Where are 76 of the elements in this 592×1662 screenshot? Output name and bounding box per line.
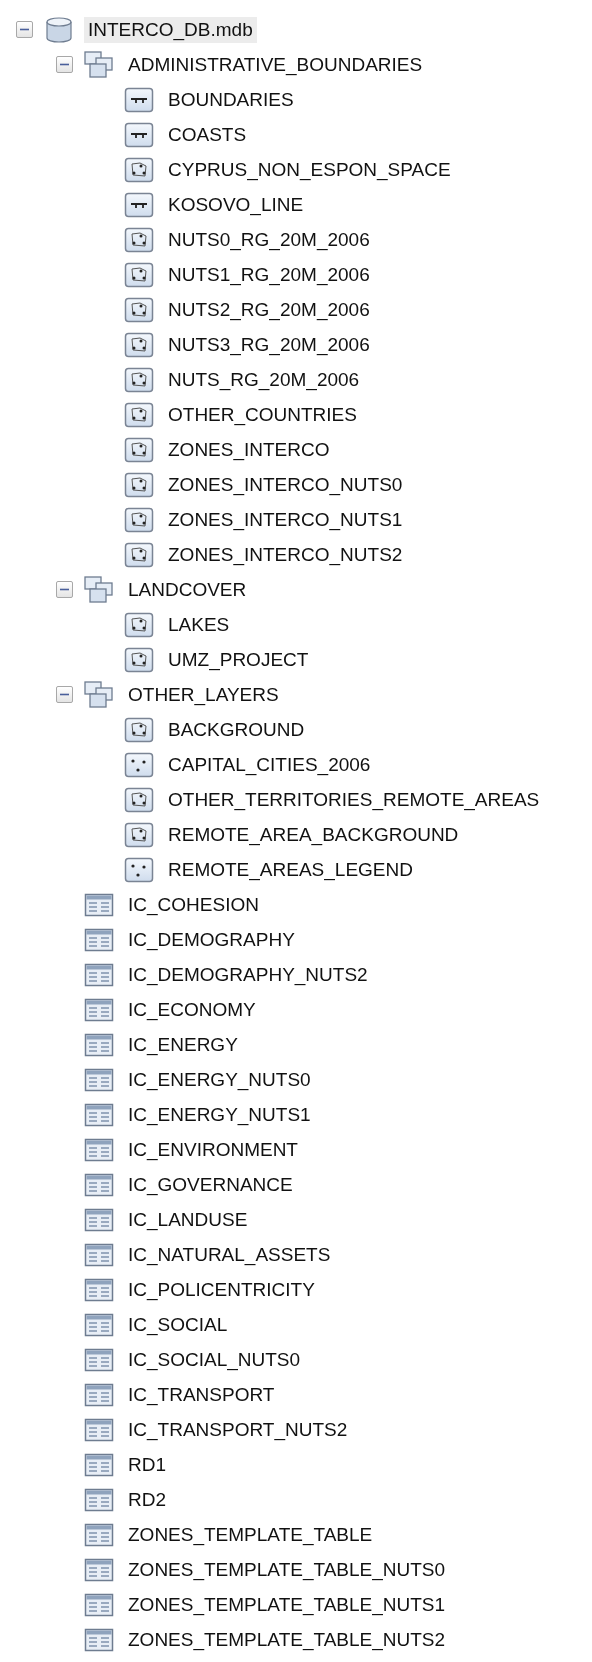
tree-item[interactable]: NUTS3_RG_20M_2006 — [164, 331, 374, 358]
tree-item[interactable]: IC_NATURAL_ASSETS — [124, 1241, 335, 1268]
tree-item[interactable]: CYPRUS_NON_ESPON_SPACE — [164, 156, 455, 183]
tree-item[interactable]: LANDCOVER — [124, 576, 251, 603]
polygon-layer-icon — [124, 155, 154, 184]
tree-item[interactable]: IC_COHESION — [124, 891, 263, 918]
tree-item[interactable]: IC_POLICENTRICITY — [124, 1276, 319, 1303]
polygon-layer-icon — [124, 470, 154, 499]
tree-item[interactable]: KOSOVO_LINE — [164, 191, 308, 218]
tree-item[interactable]: IC_SOCIAL_NUTS0 — [124, 1346, 305, 1373]
point-layer-icon — [124, 750, 154, 779]
polygon-layer-icon — [124, 540, 154, 569]
tree-item[interactable]: OTHER_COUNTRIES — [164, 401, 361, 428]
tree-item[interactable]: ZONES_INTERCO — [164, 436, 334, 463]
tree-item[interactable]: ZONES_INTERCO_NUTS2 — [164, 541, 407, 568]
tree-item[interactable]: ZONES_TEMPLATE_TABLE_NUTS0 — [124, 1556, 450, 1583]
tree-item[interactable]: BACKGROUND — [164, 716, 309, 743]
tree-item[interactable]: RD1 — [124, 1451, 170, 1478]
tree-item[interactable]: IC_ENERGY_NUTS1 — [124, 1101, 315, 1128]
dataset-icon — [84, 50, 114, 79]
tree-item[interactable]: IC_SOCIAL — [124, 1311, 232, 1338]
dataset-icon — [84, 680, 114, 709]
tree-item[interactable]: NUTS_RG_20M_2006 — [164, 366, 364, 393]
collapse-toggle[interactable] — [15, 21, 33, 38]
polygon-layer-icon — [124, 435, 154, 464]
tree-item[interactable]: NUTS2_RG_20M_2006 — [164, 296, 374, 323]
tree-item[interactable]: RD2 — [124, 1486, 170, 1513]
polygon-layer-icon — [124, 225, 154, 254]
collapse-toggle[interactable] — [55, 56, 73, 73]
tree-item[interactable]: IC_ECONOMY — [124, 996, 260, 1023]
collapse-toggle[interactable] — [55, 686, 73, 703]
polygon-layer-icon — [124, 400, 154, 429]
polygon-layer-icon — [124, 295, 154, 324]
point-layer-icon — [124, 855, 154, 884]
polygon-layer-icon — [124, 645, 154, 674]
tree-item[interactable]: INTERCO_DB.mdb — [84, 16, 257, 43]
tree-item[interactable]: IC_ENVIRONMENT — [124, 1136, 302, 1163]
tree-item[interactable]: ADMINISTRATIVE_BOUNDARIES — [124, 51, 427, 78]
line-layer-icon — [124, 120, 154, 149]
tree-item[interactable]: IC_LANDUSE — [124, 1206, 252, 1233]
polygon-layer-icon — [124, 785, 154, 814]
tree-item[interactable]: IC_TRANSPORT_NUTS2 — [124, 1416, 352, 1443]
tree-item[interactable]: UMZ_PROJECT — [164, 646, 313, 673]
tree-item[interactable]: ZONES_TEMPLATE_TABLE_NUTS1 — [124, 1591, 450, 1618]
tree-item[interactable]: COASTS — [164, 121, 251, 148]
polygon-layer-icon — [124, 505, 154, 534]
tree-item[interactable]: CAPITAL_CITIES_2006 — [164, 751, 375, 778]
tree-item[interactable]: IC_ENERGY_NUTS0 — [124, 1066, 315, 1093]
tree-item[interactable]: ZONES_TEMPLATE_TABLE_NUTS2 — [124, 1626, 450, 1653]
tree-item[interactable]: OTHER_TERRITORIES_REMOTE_AREAS — [164, 786, 544, 813]
polygon-layer-icon — [124, 330, 154, 359]
tree-item[interactable]: NUTS1_RG_20M_2006 — [164, 261, 374, 288]
tree-item[interactable]: REMOTE_AREAS_LEGEND — [164, 856, 417, 883]
tree-item[interactable]: ZONES_INTERCO_NUTS1 — [164, 506, 407, 533]
tree-item[interactable]: OTHER_LAYERS — [124, 681, 283, 708]
tree-item[interactable]: ZONES_INTERCO_NUTS0 — [164, 471, 407, 498]
tree-item[interactable]: ZONES_TEMPLATE_TABLE — [124, 1521, 377, 1548]
polygon-layer-icon — [124, 715, 154, 744]
tree-item[interactable]: REMOTE_AREA_BACKGROUND — [164, 821, 463, 848]
polygon-layer-icon — [124, 365, 154, 394]
collapse-toggle[interactable] — [55, 581, 73, 598]
tree-item[interactable]: IC_GOVERNANCE — [124, 1171, 297, 1198]
polygon-layer-icon — [124, 260, 154, 289]
tree-item[interactable]: LAKES — [164, 611, 234, 638]
tree-item[interactable]: IC_TRANSPORT — [124, 1381, 279, 1408]
dataset-icon — [84, 575, 114, 604]
database-icon — [44, 15, 74, 44]
tree-item[interactable]: NUTS0_RG_20M_2006 — [164, 226, 374, 253]
tree-item[interactable]: IC_ENERGY — [124, 1031, 242, 1058]
tree-item[interactable]: IC_DEMOGRAPHY_NUTS2 — [124, 961, 372, 988]
polygon-layer-icon — [124, 610, 154, 639]
tree-item[interactable]: IC_DEMOGRAPHY — [124, 926, 299, 953]
tree-item[interactable]: BOUNDARIES — [164, 86, 298, 113]
line-layer-icon — [124, 190, 154, 219]
polygon-layer-icon — [124, 820, 154, 849]
line-layer-icon — [124, 85, 154, 114]
